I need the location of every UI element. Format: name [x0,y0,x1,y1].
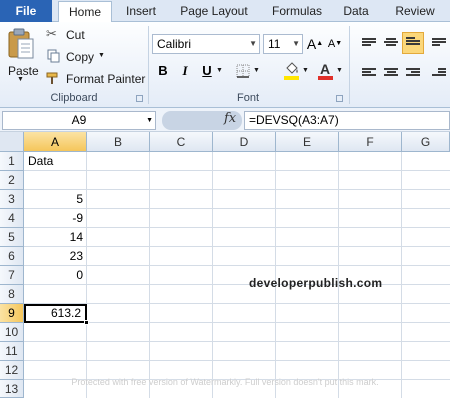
orientation-icon[interactable] [432,38,446,50]
chevron-down-icon: ▼ [336,67,343,74]
cell-grid[interactable] [24,152,450,398]
font-size-value: 11 [268,37,281,51]
underline-dropdown-icon[interactable]: ▼ [216,67,223,74]
cell-a7[interactable]: 0 [24,266,87,285]
paste-dropdown-icon[interactable]: ▼ [17,76,24,83]
italic-button[interactable]: I [176,62,194,80]
chevron-down-icon: ▼ [249,39,257,48]
ribbon-separator [349,26,350,104]
copy-button[interactable]: Copy ▼ [46,48,106,66]
column-header-c[interactable]: C [150,132,213,152]
paint-bucket-icon [286,62,298,74]
ribbon: Paste ▼ ✂ Cut Copy ▼ Format Painter Clip… [0,22,450,108]
chevron-down-icon: ▼ [302,67,309,74]
align-right-icon[interactable] [406,68,420,80]
column-header-a[interactable]: A [24,132,87,152]
site-watermark: developerpublish.com [249,276,383,290]
underline-button[interactable]: U [198,62,216,80]
paste-button[interactable]: Paste ▼ [4,26,39,84]
row-header-3[interactable]: 3 [0,190,24,209]
column-header-d[interactable]: D [213,132,276,152]
tab-review[interactable]: Review [390,0,440,22]
column-header-b[interactable]: B [87,132,150,152]
scissors-icon: ✂ [46,26,57,41]
row-header-9[interactable]: 9 [0,304,24,323]
font-color-icon: A [320,61,331,77]
font-name-select[interactable]: Calibri ▼ [152,34,260,54]
tab-file[interactable]: File [0,0,52,22]
chevron-down-icon: ▼ [146,117,153,124]
borders-button[interactable]: ▼ [236,64,262,80]
column-header-e[interactable]: E [276,132,339,152]
clipboard-group-label: Clipboard [50,92,98,104]
chevron-down-icon: ▼ [253,67,260,74]
font-size-select[interactable]: 11 ▼ [263,34,303,54]
row-header-7[interactable]: 7 [0,266,24,285]
font-launcher-icon[interactable] [336,95,343,102]
cell-a1[interactable]: Data [24,152,87,171]
decrease-indent-icon[interactable] [432,68,446,80]
column-header-f[interactable]: F [339,132,402,152]
shrink-font-button[interactable]: A▼ [326,35,344,53]
caret-up-icon: ▲ [316,40,324,47]
format-painter-icon [46,72,58,84]
fill-handle[interactable] [84,320,89,325]
row-header-2[interactable]: 2 [0,171,24,190]
name-box[interactable]: A9 ▼ [2,111,156,130]
font-group-label: Font [236,92,259,104]
align-bottom-icon [406,37,420,49]
copy-icon [47,49,60,63]
align-bottom-button[interactable] [402,32,424,54]
cut-button[interactable]: ✂ Cut [46,26,96,44]
align-top-icon[interactable] [362,38,376,50]
tab-data[interactable]: Data [338,0,374,22]
font-name-value: Calibri [157,37,192,51]
select-all-button[interactable] [0,132,24,152]
align-left-icon[interactable] [362,68,376,80]
ribbon-tab-bar: File Home Insert Page Layout Formulas Da… [0,0,450,23]
cell-a4[interactable]: -9 [24,209,87,228]
copy-label: Copy [66,50,95,64]
align-center-icon[interactable] [384,68,398,80]
tab-insert[interactable]: Insert [118,0,164,22]
row-header-5[interactable]: 5 [0,228,24,247]
cut-label: Cut [66,28,85,42]
highlight-color-bar [284,76,299,80]
grow-font-icon: A [306,36,317,52]
paste-icon [8,28,34,59]
row-header-10[interactable]: 10 [0,323,24,342]
cell-a9-active[interactable]: 613.2 [24,304,87,323]
copy-dropdown-icon[interactable]: ▼ [98,52,105,59]
borders-icon [236,64,250,78]
formula-bar: A9 ▼ fx =DEVSQ(A3:A7) [0,108,450,132]
cell-a6[interactable]: 23 [24,247,87,266]
grow-font-button[interactable]: A▲ [306,35,324,53]
column-header-g[interactable]: G [402,132,450,152]
cell-a5[interactable]: 14 [24,228,87,247]
tab-home[interactable]: Home [58,1,112,23]
tab-formulas[interactable]: Formulas [266,0,328,22]
insert-function-button[interactable]: fx [224,111,236,126]
font-color-bar [318,76,333,80]
chevron-down-icon: ▼ [292,39,300,48]
row-header-6[interactable]: 6 [0,247,24,266]
row-header-8[interactable]: 8 [0,285,24,304]
align-middle-icon[interactable] [384,38,398,50]
cell-a3[interactable]: 5 [24,190,87,209]
format-painter-button[interactable]: Format Painter [46,70,146,88]
name-box-value: A9 [71,113,87,127]
format-painter-label: Format Painter [66,72,146,86]
row-header-11[interactable]: 11 [0,342,24,361]
row-header-1[interactable]: 1 [0,152,24,171]
caret-down-icon: ▼ [335,40,343,47]
row-header-4[interactable]: 4 [0,209,24,228]
bold-button[interactable]: B [154,62,172,80]
font-color-button[interactable]: A ▼ [318,61,346,82]
formula-input[interactable]: =DEVSQ(A3:A7) [244,111,450,130]
tab-page-layout[interactable]: Page Layout [176,0,252,22]
trial-watermark: Protected with free version of Watermark… [71,377,379,387]
clipboard-launcher-icon[interactable] [136,95,143,102]
fill-color-button[interactable]: ▼ [284,62,312,82]
